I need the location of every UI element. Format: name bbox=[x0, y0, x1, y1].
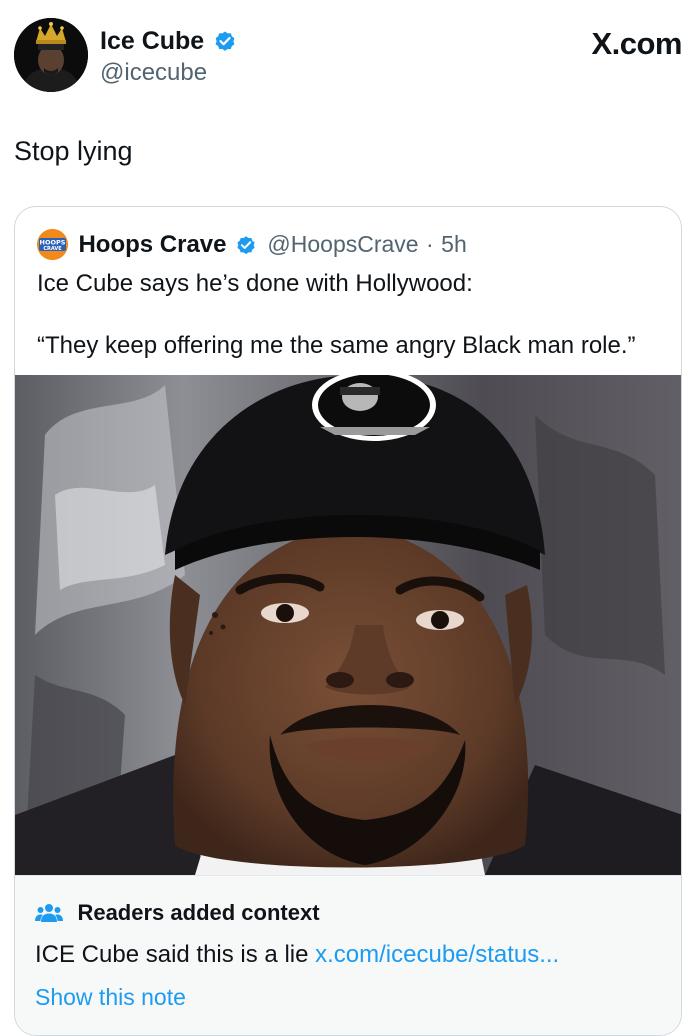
verified-badge-icon bbox=[235, 234, 257, 256]
quoted-author-avatar[interactable]: HOOPS CRAVE bbox=[37, 229, 68, 260]
quoted-post-header: HOOPS CRAVE Hoops Crave @HoopsCrave · 5h bbox=[37, 229, 467, 260]
post: Ice Cube @icecube X.com Stop lying HOOPS bbox=[0, 0, 698, 1036]
quoted-author-handle[interactable]: @HoopsCrave bbox=[267, 231, 418, 258]
quoted-post-time[interactable]: 5h bbox=[441, 231, 467, 258]
community-note-header: Readers added context bbox=[35, 900, 320, 926]
quoted-author-display-name[interactable]: Hoops Crave bbox=[78, 231, 226, 259]
show-note-link[interactable]: Show this note bbox=[35, 982, 186, 1012]
author-avatar[interactable] bbox=[14, 18, 88, 92]
community-note-text: ICE Cube said this is a lie bbox=[35, 941, 316, 968]
community-note-link[interactable]: x.com/icecube/status... bbox=[315, 941, 559, 968]
people-icon bbox=[35, 902, 63, 924]
verified-badge-icon bbox=[213, 29, 237, 53]
community-note-body: ICE Cube said this is a lie x.com/icecub… bbox=[35, 940, 559, 970]
quoted-post-text-line-1: Ice Cube says he’s done with Hollywood: bbox=[37, 270, 473, 297]
community-note-title: Readers added context bbox=[77, 900, 320, 925]
quoted-post-card[interactable]: HOOPS CRAVE Hoops Crave @HoopsCrave · 5h… bbox=[14, 206, 682, 1036]
author-handle[interactable]: @icecube bbox=[100, 58, 237, 88]
site-label: X.com bbox=[591, 26, 682, 61]
post-header: Ice Cube @icecube X.com bbox=[14, 18, 684, 94]
separator-dot: · bbox=[426, 231, 434, 257]
community-note[interactable]: Readers added context ICE Cube said this… bbox=[15, 875, 681, 1035]
author-name-block: Ice Cube @icecube bbox=[100, 26, 237, 88]
quoted-post-photo[interactable] bbox=[15, 375, 681, 875]
quoted-avatar-logo-bottom: CRAVE bbox=[43, 246, 62, 252]
post-text: Stop lying bbox=[14, 136, 133, 166]
author-display-name[interactable]: Ice Cube bbox=[100, 26, 204, 56]
quoted-post-text-line-2: “They keep offering me the same angry Bl… bbox=[37, 332, 636, 359]
